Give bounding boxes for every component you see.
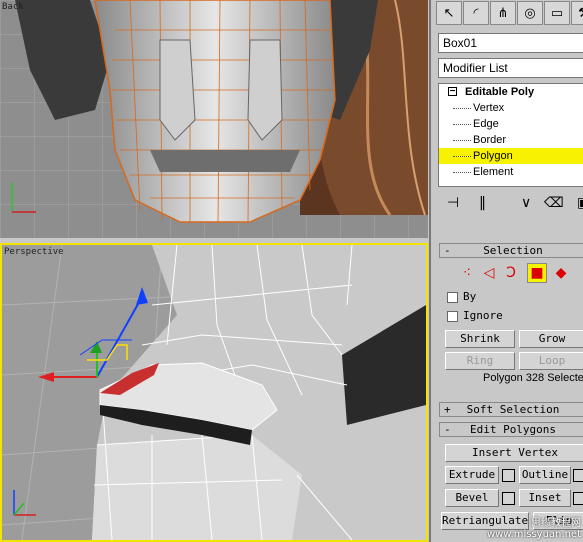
extrude-button[interactable]: Extrude bbox=[445, 466, 499, 484]
display-icon: ▭ bbox=[550, 5, 564, 21]
selection-status: Polygon 328 Selected bbox=[483, 372, 583, 384]
utilities-icon: ⚒ bbox=[578, 6, 583, 21]
perspective-viewport-label[interactable]: Perspective bbox=[4, 247, 64, 257]
inset-button[interactable]: Inset bbox=[519, 489, 571, 507]
edge-mode-icon[interactable]: ◁ bbox=[479, 263, 499, 283]
inset-settings-button[interactable] bbox=[573, 492, 583, 505]
insert-vertex-button[interactable]: Insert Vertex bbox=[445, 444, 583, 462]
shrink-button[interactable]: Shrink bbox=[445, 330, 515, 348]
hierarchy-tab[interactable]: ⋔ bbox=[490, 1, 516, 25]
pin-stack-icon[interactable]: ⊣ bbox=[447, 195, 459, 211]
loop-button[interactable]: Loop bbox=[519, 352, 583, 370]
watermark: 思缘教程网 www.missyuan.net bbox=[486, 518, 581, 540]
ignore-backfacing-label: Ignore bbox=[463, 309, 503, 322]
perspective-viewport[interactable]: Perspective bbox=[0, 243, 428, 542]
stack-item-border[interactable]: Border bbox=[439, 132, 583, 148]
polygon-mode-icon[interactable]: ■ bbox=[527, 263, 547, 283]
motion-tab[interactable]: ◎ bbox=[517, 1, 543, 25]
back-viewport-label[interactable]: Back bbox=[2, 2, 24, 12]
outline-settings-button[interactable] bbox=[573, 469, 583, 482]
make-unique-icon[interactable]: ∨ bbox=[521, 195, 531, 211]
command-panel: ↖ ◜ ⋔ ◎ ▭ ⚒ Box01 Modifier List − Editab… bbox=[429, 0, 583, 542]
stack-item-element[interactable]: Element bbox=[439, 164, 583, 180]
remove-modifier-icon[interactable]: ⌫ bbox=[544, 195, 564, 211]
back-viewport-scene bbox=[0, 0, 428, 238]
create-tab[interactable]: ↖ bbox=[436, 1, 462, 25]
stack-item-polygon[interactable]: Polygon bbox=[439, 148, 583, 164]
bevel-button[interactable]: Bevel bbox=[445, 489, 499, 507]
vertex-mode-icon[interactable]: ⁖ bbox=[457, 263, 477, 283]
stack-item-edge[interactable]: Edge bbox=[439, 116, 583, 132]
show-end-result-icon[interactable]: ‖ bbox=[479, 195, 486, 211]
command-panel-tabs: ↖ ◜ ⋔ ◎ ▭ ⚒ bbox=[436, 0, 583, 26]
ring-button[interactable]: Ring bbox=[445, 352, 515, 370]
by-vertex-label: By bbox=[463, 290, 477, 303]
display-tab[interactable]: ▭ bbox=[544, 1, 570, 25]
grow-button[interactable]: Grow bbox=[519, 330, 583, 348]
configure-modifier-sets-icon[interactable]: ▣ bbox=[577, 195, 583, 211]
modifier-list-dropdown[interactable]: Modifier List bbox=[438, 58, 583, 78]
selection-rollout-header[interactable]: - Selection bbox=[439, 243, 583, 258]
perspective-viewport-scene bbox=[2, 245, 426, 540]
object-name-field[interactable]: Box01 bbox=[438, 33, 583, 53]
modify-tab[interactable]: ◜ bbox=[463, 1, 489, 25]
motion-icon: ◎ bbox=[524, 5, 536, 21]
hierarchy-icon: ⋔ bbox=[497, 5, 509, 21]
bevel-settings-button[interactable] bbox=[502, 492, 515, 505]
utilities-tab[interactable]: ⚒ bbox=[571, 1, 583, 25]
back-viewport[interactable]: Back bbox=[0, 0, 428, 238]
stack-item-editable-poly[interactable]: − Editable Poly bbox=[439, 84, 583, 100]
border-mode-icon[interactable]: Ↄ bbox=[501, 263, 521, 283]
by-vertex-checkbox[interactable] bbox=[447, 292, 458, 303]
ignore-backfacing-checkbox[interactable] bbox=[447, 311, 458, 322]
modifier-stack: − Editable Poly Vertex Edge Border Polyg… bbox=[438, 83, 583, 187]
stack-toolbar: ⊣ ‖ ∨ ⌫ ▣ bbox=[441, 195, 583, 215]
element-mode-icon[interactable]: ◆ bbox=[551, 263, 571, 283]
outline-button[interactable]: Outline bbox=[519, 466, 571, 484]
extrude-settings-button[interactable] bbox=[502, 469, 515, 482]
collapse-icon[interactable]: − bbox=[448, 87, 457, 97]
create-icon: ↖ bbox=[443, 5, 455, 21]
edit-polygons-rollout-header[interactable]: - Edit Polygons bbox=[439, 422, 583, 437]
modify-icon: ◜ bbox=[473, 5, 479, 21]
soft-selection-rollout-header[interactable]: + Soft Selection bbox=[439, 402, 583, 417]
stack-item-vertex[interactable]: Vertex bbox=[439, 100, 583, 116]
